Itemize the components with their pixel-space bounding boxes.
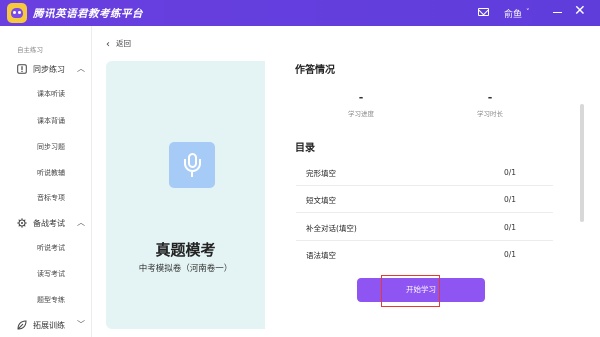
catalog-row-name: 补全对话(填空): [306, 224, 357, 233]
highlight-box: [381, 275, 440, 307]
mail-icon[interactable]: [478, 8, 489, 16]
catalog-row-name: 完形填空: [306, 169, 336, 178]
main-content: ‹ 返回 真题模考 中考模拟卷（河南卷一） 作答情况 - 学习进度 - 学习时长 …: [92, 26, 600, 337]
catalog-row[interactable]: 补全对话(填空) 0/1: [296, 214, 553, 241]
sidebar-item-sync-exercises[interactable]: 同步习题: [37, 142, 65, 152]
user-name[interactable]: 俞鱼: [504, 7, 522, 20]
exam-subtitle: 中考模拟卷（河南卷一）: [138, 264, 233, 274]
sidebar-group-label: 备战考试: [33, 219, 65, 228]
duration-label: 学习时长: [477, 110, 503, 118]
chevron-up-icon[interactable]: ︿: [77, 63, 85, 74]
title-bar: 腾讯英语君教考练平台 俞鱼 ˅ ✕: [0, 0, 600, 26]
sidebar-item-listening-speaking[interactable]: 听说教辅: [37, 168, 65, 178]
sidebar: 自主练习 同步练习 ︿ 课本听读 课本背诵 同步习题 听说教辅 音标专项 备战考…: [0, 26, 92, 337]
progress-stat: - 学习进度: [321, 91, 401, 118]
catalog-row-score: 0/1: [504, 168, 517, 177]
minimize-icon[interactable]: [553, 12, 562, 13]
sidebar-item-textbook-listen[interactable]: 课本听读: [37, 89, 65, 99]
catalog-row-score: 0/1: [504, 250, 517, 259]
chevron-down-icon[interactable]: ﹀: [77, 319, 85, 330]
gear-icon: [17, 218, 27, 228]
chevron-down-icon[interactable]: ˅: [526, 8, 530, 16]
catalog-row[interactable]: 语法填空 0/1: [296, 241, 553, 268]
sidebar-group-extension[interactable]: 拓展训练 ﹀: [0, 318, 92, 334]
back-label: 返回: [116, 39, 131, 48]
sidebar-section-label: 自主练习: [17, 46, 43, 54]
catalog-title: 目录: [295, 143, 315, 154]
catalog-row[interactable]: 短文填空 0/1: [296, 186, 553, 213]
chevron-left-icon: ‹: [106, 39, 110, 50]
microphone-icon: [169, 142, 215, 188]
exclamation-box-icon: [17, 64, 27, 74]
sidebar-group-label: 同步练习: [33, 65, 65, 74]
status-title: 作答情况: [295, 65, 335, 76]
exam-title: 真题模考: [155, 241, 216, 259]
catalog-row-score: 0/1: [504, 195, 517, 204]
scrollbar[interactable]: [580, 104, 584, 222]
duration-stat: - 学习时长: [450, 91, 530, 118]
sidebar-group-label: 拓展训练: [33, 321, 65, 330]
catalog-row-score: 0/1: [504, 223, 517, 232]
duration-value: -: [487, 91, 493, 104]
catalog-row-name: 短文填空: [306, 196, 336, 205]
sidebar-item-phonetics[interactable]: 音标专项: [37, 193, 65, 203]
app-logo: [7, 3, 27, 23]
sidebar-group-exam-prep[interactable]: 备战考试 ︿: [0, 216, 92, 232]
exam-card: 真题模考 中考模拟卷（河南卷一）: [106, 61, 265, 329]
sidebar-item-speaking-exam[interactable]: 听说考试: [37, 243, 65, 253]
back-button[interactable]: ‹ 返回: [106, 38, 131, 50]
leaf-icon: [17, 320, 27, 330]
sidebar-item-reading-writing-exam[interactable]: 读写考试: [37, 269, 65, 279]
close-icon[interactable]: ✕: [574, 4, 586, 18]
sidebar-item-textbook-recite[interactable]: 课本背诵: [37, 116, 65, 126]
progress-value: -: [358, 91, 364, 104]
catalog-row-name: 语法填空: [306, 251, 336, 260]
sidebar-group-sync-practice[interactable]: 同步练习 ︿: [0, 62, 92, 78]
catalog-row[interactable]: 完形填空 0/1: [296, 159, 553, 186]
chevron-up-icon[interactable]: ︿: [77, 217, 85, 228]
app-title: 腾讯英语君教考练平台: [33, 8, 143, 20]
sidebar-item-question-types[interactable]: 题型专练: [37, 295, 65, 305]
progress-label: 学习进度: [348, 110, 374, 118]
